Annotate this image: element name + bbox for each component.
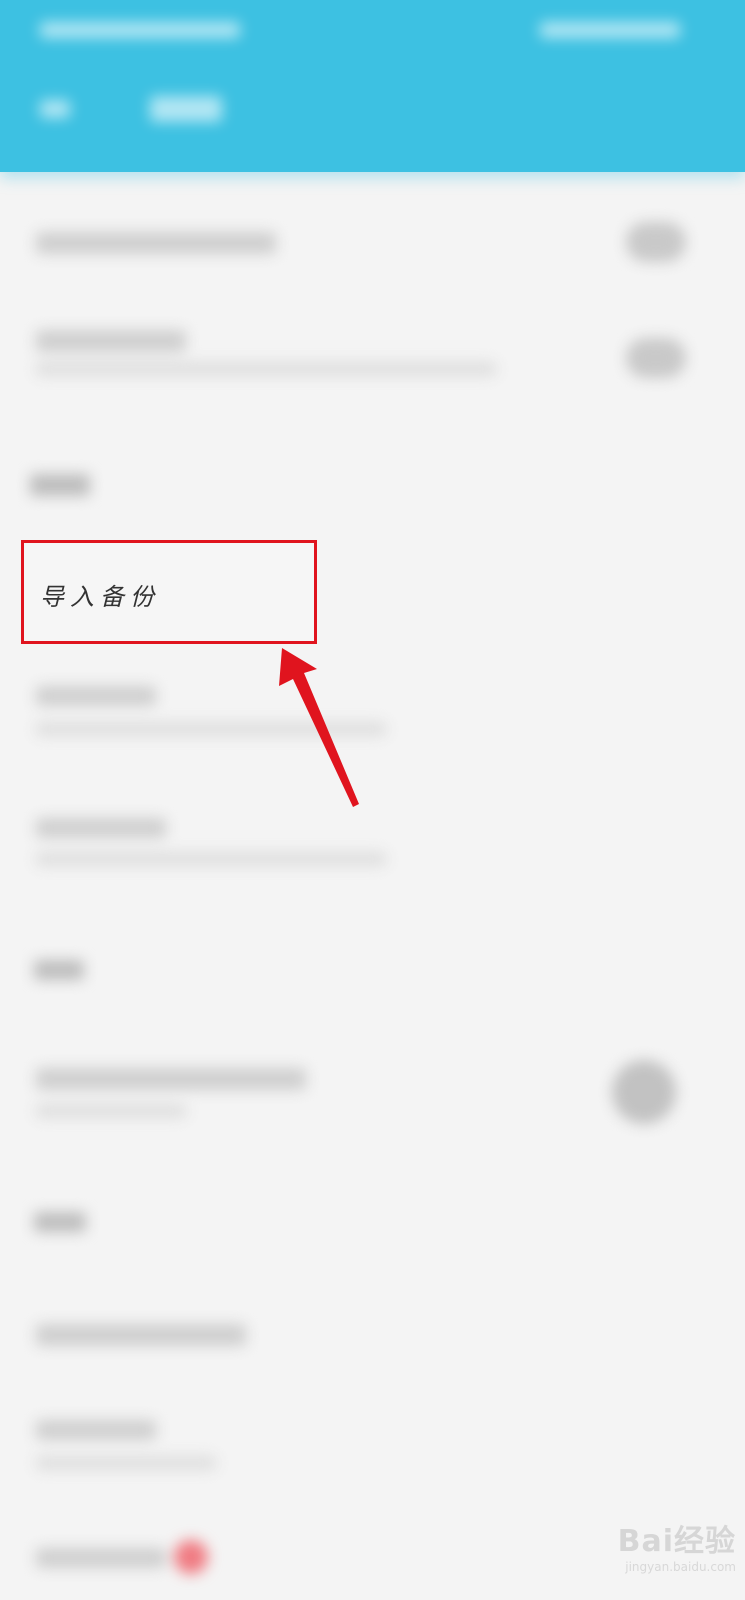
import-backup-item[interactable]: 导入备份 — [21, 540, 317, 644]
setting-row-2-toggle[interactable] — [626, 338, 686, 378]
watermark-brand: Bai经验 — [617, 1524, 736, 1559]
setting-row-9-title[interactable] — [36, 1548, 166, 1568]
status-bar-right — [540, 22, 680, 38]
status-bar-left — [40, 22, 240, 38]
setting-row-8-title[interactable] — [36, 1420, 156, 1440]
notification-badge — [174, 1540, 208, 1574]
setting-row-5-title[interactable] — [36, 818, 166, 838]
setting-row-2-subtitle — [36, 362, 496, 376]
setting-row-1-toggle[interactable] — [626, 222, 686, 262]
setting-row-4-subtitle — [36, 722, 386, 736]
setting-row-7-title[interactable] — [36, 1324, 246, 1346]
back-arrow-icon[interactable] — [40, 100, 70, 118]
setting-row-2-title[interactable] — [36, 330, 186, 352]
setting-row-6-subtitle — [36, 1104, 186, 1118]
section-header-3 — [34, 1212, 86, 1232]
setting-row-6-title[interactable] — [36, 1068, 306, 1090]
app-header — [0, 0, 745, 172]
import-backup-label: 导入备份 — [40, 583, 160, 611]
page-title — [150, 96, 222, 122]
section-header-2 — [34, 960, 84, 980]
section-header-backup — [30, 474, 90, 496]
setting-row-8-subtitle — [36, 1456, 216, 1470]
setting-row-6-toggle[interactable] — [612, 1060, 676, 1124]
watermark: Bai经验 jingyan.baidu.com — [566, 1516, 736, 1586]
setting-row-1-title[interactable] — [36, 232, 276, 254]
setting-row-4-title[interactable] — [36, 686, 156, 706]
setting-row-5-subtitle — [36, 852, 386, 866]
watermark-url: jingyan.baidu.com — [625, 1560, 736, 1574]
